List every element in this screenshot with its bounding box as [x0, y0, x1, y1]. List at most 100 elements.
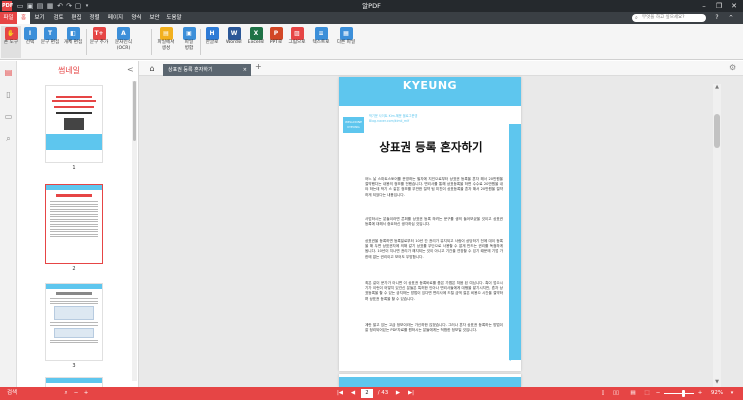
single-page-icon[interactable]: ▯	[598, 387, 608, 400]
last-page-icon[interactable]: ▶|	[405, 387, 417, 400]
close-icon[interactable]: ✕	[727, 0, 741, 12]
convert-excel-label: Excel로	[247, 40, 265, 45]
select-button[interactable]: Ⅰ 선택	[22, 26, 38, 58]
help-icon[interactable]: ?	[712, 12, 722, 24]
convert-excel-button[interactable]: X Excel로	[246, 26, 266, 58]
to-ppt-icon: P	[269, 27, 283, 40]
menu-view[interactable]: 보기	[31, 12, 48, 24]
thumbnail-scrollbar[interactable]	[132, 81, 137, 381]
convert-word-button[interactable]: W Word로	[223, 26, 245, 58]
ocr-button[interactable]: A 문자인식 (OCR)	[111, 26, 136, 58]
zoom-minus-icon[interactable]: −	[654, 387, 662, 400]
total-pages: / 43	[377, 390, 389, 396]
page-paragraph: 계란 발고 있는 고급 정보이라는 가신하한 않겠습니다. 그러나 혼자 상표권…	[365, 323, 503, 333]
bookmark-panel-icon[interactable]: ▯	[3, 89, 14, 100]
convert-ppt-button[interactable]: P PPT로	[267, 26, 285, 58]
hand-tool-button[interactable]: ✋ 손 도구	[1, 26, 21, 58]
other-file-icon: ▦	[339, 27, 353, 40]
menu-form[interactable]: 양식	[128, 12, 145, 24]
to-image-icon: ▨	[290, 27, 304, 40]
fit-icon[interactable]: ⬚	[642, 387, 652, 400]
collapse-ribbon-icon[interactable]: ^	[726, 12, 736, 24]
search-placeholder: 무엇을 하고 싶으세요?	[642, 15, 685, 20]
menu-home[interactable]: 홈	[17, 12, 30, 24]
next-page-icon[interactable]: ▶	[393, 387, 403, 400]
merge-files-button[interactable]: ▣ 파일 병합	[180, 26, 198, 58]
zoom-in-icon[interactable]: +	[82, 387, 90, 400]
continuous-icon[interactable]: ▤	[628, 387, 638, 400]
thumbnail-page-number: 2	[72, 266, 76, 272]
new-tab-icon[interactable]: +	[255, 62, 262, 71]
page-meta-line: Blog.naver.com/kimii_mlf	[369, 119, 410, 123]
comment-panel-icon[interactable]: ▭	[3, 111, 14, 122]
status-bar: 검색 ⌕ − + |◀ ◀ 2 / 43 ▶ ▶| ▯ ▯▯ ▤ ⬚ − + 9…	[0, 387, 743, 400]
convert-image-label: 그림으로	[288, 40, 306, 45]
menu-arrange[interactable]: 정렬	[86, 12, 103, 24]
first-page-icon[interactable]: |◀	[335, 387, 345, 400]
scroll-up-icon[interactable]: ▲	[713, 84, 721, 92]
scroll-down-icon[interactable]: ▼	[713, 379, 721, 387]
current-page-input[interactable]: 2	[361, 389, 373, 398]
create-from-file-label: 파일에서 생성	[157, 40, 175, 51]
viewer-scroll-thumb[interactable]	[714, 114, 720, 148]
page-paragraph: 어느 날 스마트스토어를 운영하는 필자에 지인으로부터 상표권 등록을 혼자 …	[365, 177, 503, 197]
zoom-slider-handle[interactable]	[682, 390, 685, 397]
document-tab[interactable]: 상표권 등록 혼자하기 ×	[163, 64, 251, 76]
create-from-file-button[interactable]: ▤ 파일에서 생성	[153, 26, 179, 58]
thumbnail-page-2[interactable]	[45, 184, 103, 264]
add-text-icon: T+	[92, 27, 106, 40]
window-title: 알PDF	[362, 2, 381, 10]
menu-edit[interactable]: 편집	[68, 12, 85, 24]
menu-security[interactable]: 보안	[146, 12, 163, 24]
ribbon-separator	[200, 29, 201, 55]
menu-file[interactable]: 파일	[0, 12, 17, 24]
next-document-page	[339, 374, 521, 387]
menu-review[interactable]: 검토	[50, 12, 67, 24]
edit-object-button[interactable]: ◧ 개체 편집	[62, 26, 84, 58]
convert-hwp-button[interactable]: H 한글로	[202, 26, 222, 58]
zoom-out-icon[interactable]: −	[72, 387, 80, 400]
thumbnail-panel-icon[interactable]: ▤	[3, 67, 14, 78]
search-input[interactable]: ⌕ 무엇을 하고 싶으세요?	[632, 14, 706, 22]
menu-page[interactable]: 페이지	[104, 12, 127, 24]
document-tab-label: 상표권 등록 혼자하기	[168, 67, 213, 73]
settings-icon[interactable]: ⚙	[729, 63, 736, 72]
viewer-scrollbar[interactable]: ▲ ▼	[713, 84, 721, 387]
page-number: 1	[509, 358, 512, 362]
to-hwp-icon: H	[205, 27, 219, 40]
to-word-icon: W	[227, 27, 241, 40]
zoom-slider[interactable]	[664, 393, 694, 394]
search-panel-icon[interactable]: ⌕	[3, 133, 14, 144]
close-tab-icon[interactable]: ×	[243, 64, 247, 76]
prev-page-icon[interactable]: ◀	[348, 387, 358, 400]
zoom-level[interactable]: 92%	[708, 387, 726, 400]
convert-ppt-label: PPT로	[269, 40, 283, 45]
convert-word-label: Word로	[225, 40, 243, 45]
page-header-band	[339, 377, 521, 387]
thumbnail-page-3[interactable]	[45, 283, 103, 361]
convert-text-label: 텍스트로	[312, 40, 330, 45]
convert-text-button[interactable]: ≡ 텍스트로	[309, 26, 333, 58]
ribbon-separator	[151, 29, 152, 55]
thumbnail-scroll-thumb[interactable]	[133, 81, 136, 141]
home-tab-icon[interactable]: ⌂	[147, 62, 157, 75]
two-page-icon[interactable]: ▯▯	[611, 387, 621, 400]
zoom-search-icon[interactable]: ⌕	[62, 387, 70, 400]
add-text-button[interactable]: T+ 문구 추가	[88, 26, 110, 58]
title-bar: PDF ▭ ▣ ▤ ▦ ↶ ↷ ▢ ▾ 알PDF – ❐ ✕	[0, 0, 743, 12]
select-icon: Ⅰ	[23, 27, 37, 40]
collapse-panel-icon[interactable]: <	[127, 65, 134, 74]
maximize-icon[interactable]: ❐	[712, 0, 726, 12]
minimize-icon[interactable]: –	[697, 0, 711, 12]
page-meta-line: 박기운 사이트 Kim-혜운 블로그운영	[369, 114, 418, 118]
convert-other-button[interactable]: ▦ 다른 파일	[334, 26, 358, 58]
to-excel-icon: X	[249, 27, 263, 40]
menu-help[interactable]: 도움말	[163, 12, 185, 24]
convert-image-button[interactable]: ▨ 그림으로	[286, 26, 308, 58]
zoom-plus-icon[interactable]: +	[696, 387, 704, 400]
edit-text-button[interactable]: T 문구 편집	[39, 26, 61, 58]
thumbnail-page-1[interactable]	[45, 85, 103, 163]
create-from-file-icon: ▤	[159, 27, 173, 40]
zoom-menu-icon[interactable]: ▾	[727, 387, 737, 400]
status-search-label[interactable]: 검색	[4, 387, 20, 400]
